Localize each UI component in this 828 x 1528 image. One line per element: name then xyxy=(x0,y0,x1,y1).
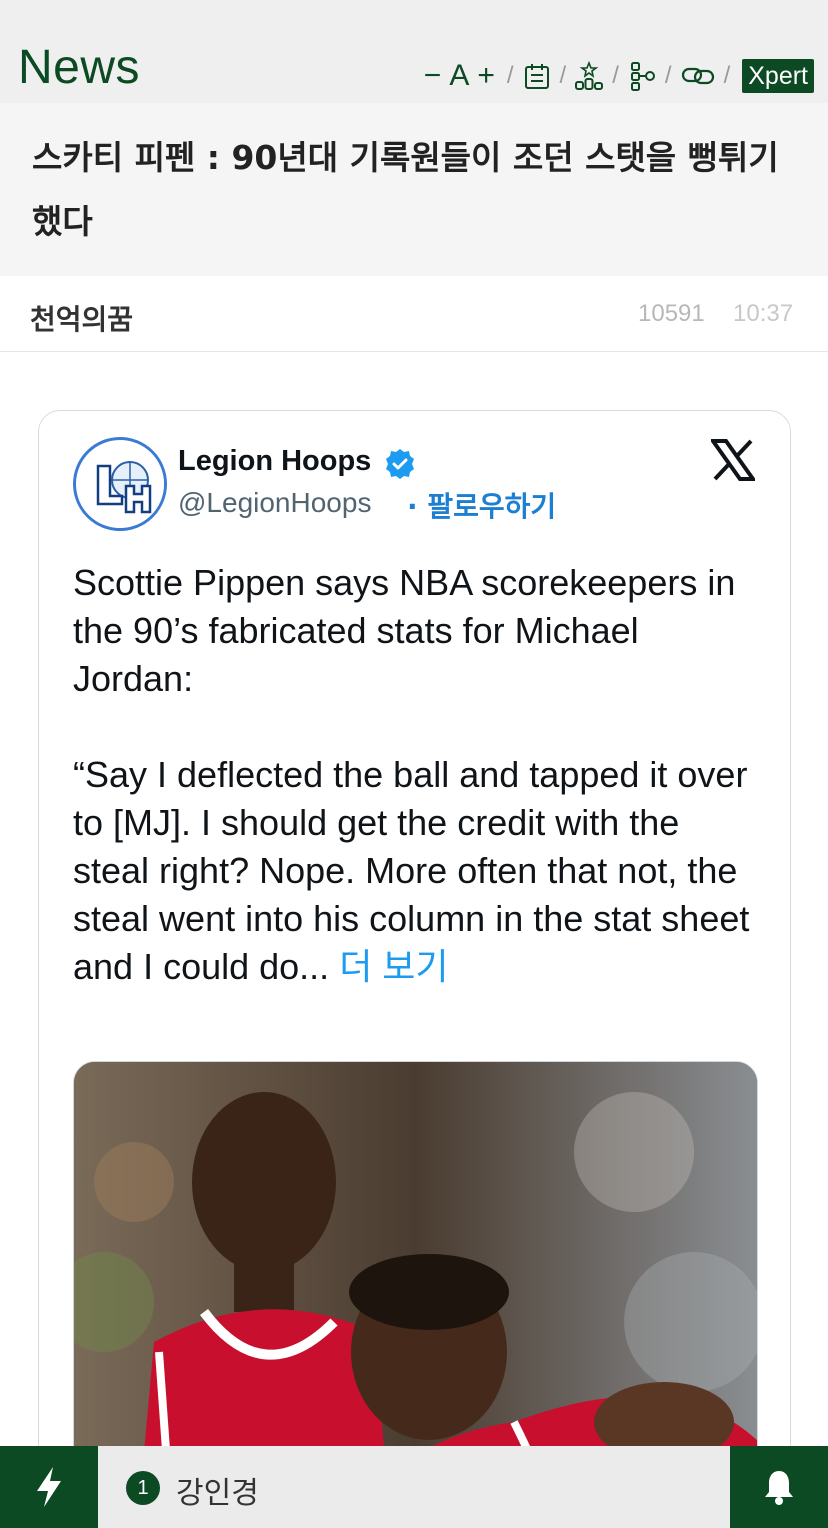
tweet-display-name[interactable]: Legion Hoops xyxy=(178,445,371,478)
toolbar-separator: / xyxy=(506,62,514,89)
toolbar: − A + / / / / / Xpert xyxy=(420,58,814,94)
read-more-link[interactable]: 더 보기 xyxy=(329,946,448,987)
font-size-label: A xyxy=(449,59,470,92)
ranking-icon[interactable] xyxy=(574,58,604,94)
toolbar-separator: / xyxy=(559,62,567,89)
calendar-icon[interactable] xyxy=(522,58,552,94)
verified-badge-icon xyxy=(386,449,414,479)
toolbar-separator: / xyxy=(664,62,672,89)
bottom-bar: 1 강인경 xyxy=(0,1446,828,1528)
tree-icon[interactable] xyxy=(627,58,657,94)
quick-menu-button[interactable] xyxy=(0,1446,98,1528)
article-title: 스카티 피펜 : 90년대 기록원들이 조던 스탯을 뻥튀기 했다 xyxy=(32,138,779,241)
ranking-badge: 1 xyxy=(126,1471,160,1505)
font-decrease-button[interactable]: − xyxy=(420,58,446,94)
article-meta: 천억의꿈 10591 10:37 xyxy=(0,276,828,352)
toolbar-separator: / xyxy=(723,62,731,89)
top-bar: News − A + / / / / / Xpert xyxy=(0,0,828,103)
author-name[interactable]: 천억의꿈 xyxy=(30,298,133,338)
tweet-body: Scottie Pippen says NBA scorekeepers in … xyxy=(73,562,750,987)
tweet-handle[interactable]: @LegionHoops xyxy=(178,487,371,519)
toolbar-separator: / xyxy=(612,62,619,89)
embedded-tweet[interactable]: Legion Hoops @LegionHoops · 팔로우하기 Scotti… xyxy=(38,410,791,1528)
tweet-text: Scottie Pippen says NBA scorekeepers in … xyxy=(73,559,763,991)
avatar[interactable] xyxy=(73,437,167,531)
link-icon[interactable] xyxy=(680,58,716,94)
brand-logo[interactable]: News xyxy=(18,40,140,95)
bell-icon xyxy=(765,1471,793,1505)
follow-link[interactable]: · 팔로우하기 xyxy=(407,485,556,525)
view-count: 10591 xyxy=(638,300,705,327)
xpert-button[interactable]: Xpert xyxy=(742,59,814,93)
font-increase-button[interactable]: + xyxy=(473,58,499,94)
x-logo-icon[interactable] xyxy=(711,439,755,481)
trending-ticker[interactable]: 강인경 xyxy=(176,1468,259,1512)
bolt-icon xyxy=(37,1467,61,1507)
post-time: 10:37 xyxy=(733,300,794,327)
notifications-button[interactable] xyxy=(730,1446,828,1528)
